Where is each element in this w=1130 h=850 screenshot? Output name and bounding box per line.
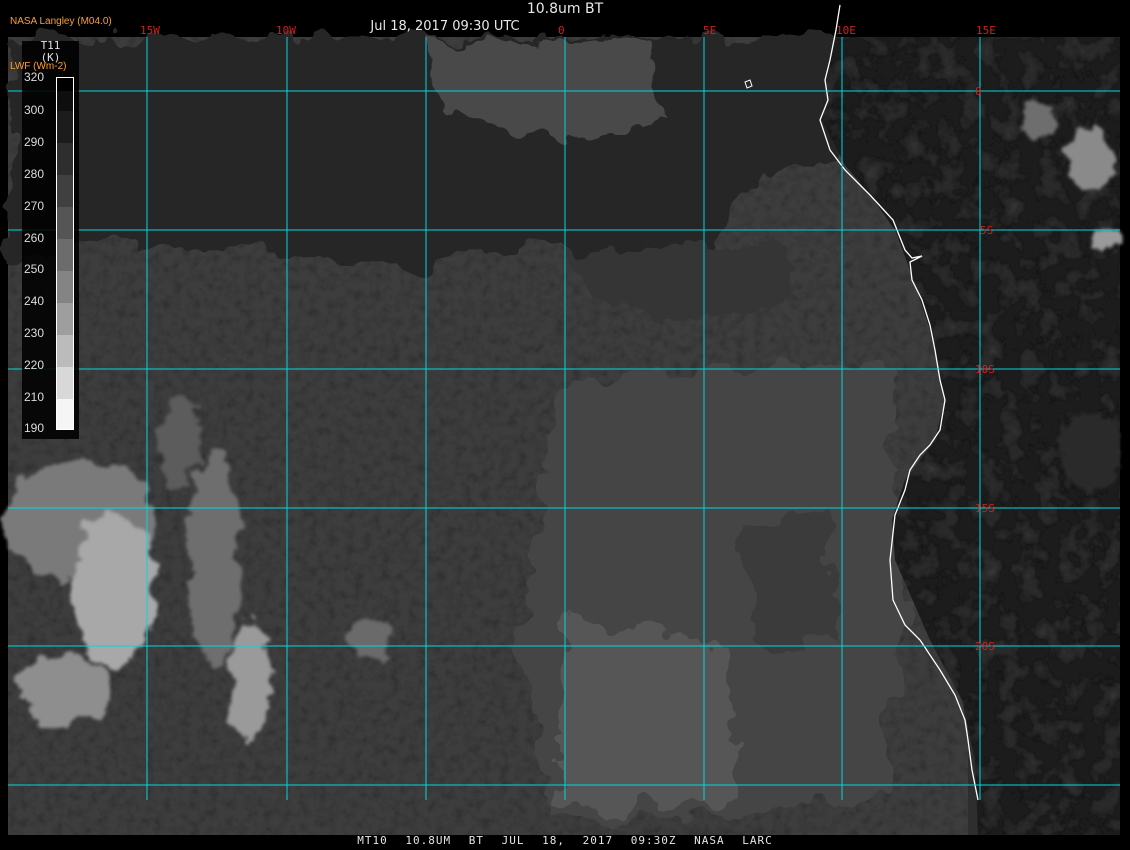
lat-label-5s: 5S [980,224,993,237]
lat-label-15s: 15S [975,502,995,515]
swatch-220 [57,367,73,399]
lat-label-10s: 10S [975,363,995,376]
legend-tick-240: 240 [24,294,45,308]
map-title: 10.8um BT [526,1,604,17]
satellite-image: 15W 10W 0 5E 10E 15E 0 5S 10S 15S 20S [5,4,1120,835]
legend-tick-320: 320 [24,70,45,84]
legend-tick-300: 300 [24,103,45,117]
legend-tick-230: 230 [24,326,45,340]
legend-tick-270: 270 [24,199,45,213]
map-date: Jul 18, 2017 09:30 UTC [370,19,520,34]
agency-label: NASA Langley (M04.0) [10,16,112,27]
lat-label-20s: 20S [975,640,995,653]
swatch-280 [57,175,73,207]
swatch-260 [57,239,73,271]
swatch-240 [57,303,73,335]
map-frame: 15W 10W 0 5E 10E 15E 0 5S 10S 15S 20S 10… [0,0,1130,850]
swatch-310 [57,91,73,111]
swatch-230 [57,335,73,367]
footer-text: MT10 10.8UM BT JUL 18, 2017 09:30Z NASA … [357,834,773,847]
footer-caption: MT10 10.8UM BT JUL 18, 2017 09:30Z NASA … [0,834,1130,850]
swatch-300 [57,111,73,143]
legend-tick-220: 220 [24,358,45,372]
legend-tick-290: 290 [24,135,45,149]
legend-tick-250: 250 [24,262,45,276]
swatch-320 [57,78,73,91]
legend-tick-280: 280 [24,167,45,181]
stratocumulus-field [520,360,905,820]
legend-tick-190: 190 [24,421,45,435]
colorbar [56,77,74,430]
swatch-270 [57,207,73,239]
swatch-290 [57,143,73,175]
swatch-250 [57,271,73,303]
lat-label-0: 0 [975,85,982,98]
swatch-210 [57,399,73,429]
legend-tick-260: 260 [24,231,45,245]
header: 10.8um BT Jul 18, 2017 09:30 UTC NASA La… [0,0,1130,36]
legend-tick-210: 210 [24,390,45,404]
